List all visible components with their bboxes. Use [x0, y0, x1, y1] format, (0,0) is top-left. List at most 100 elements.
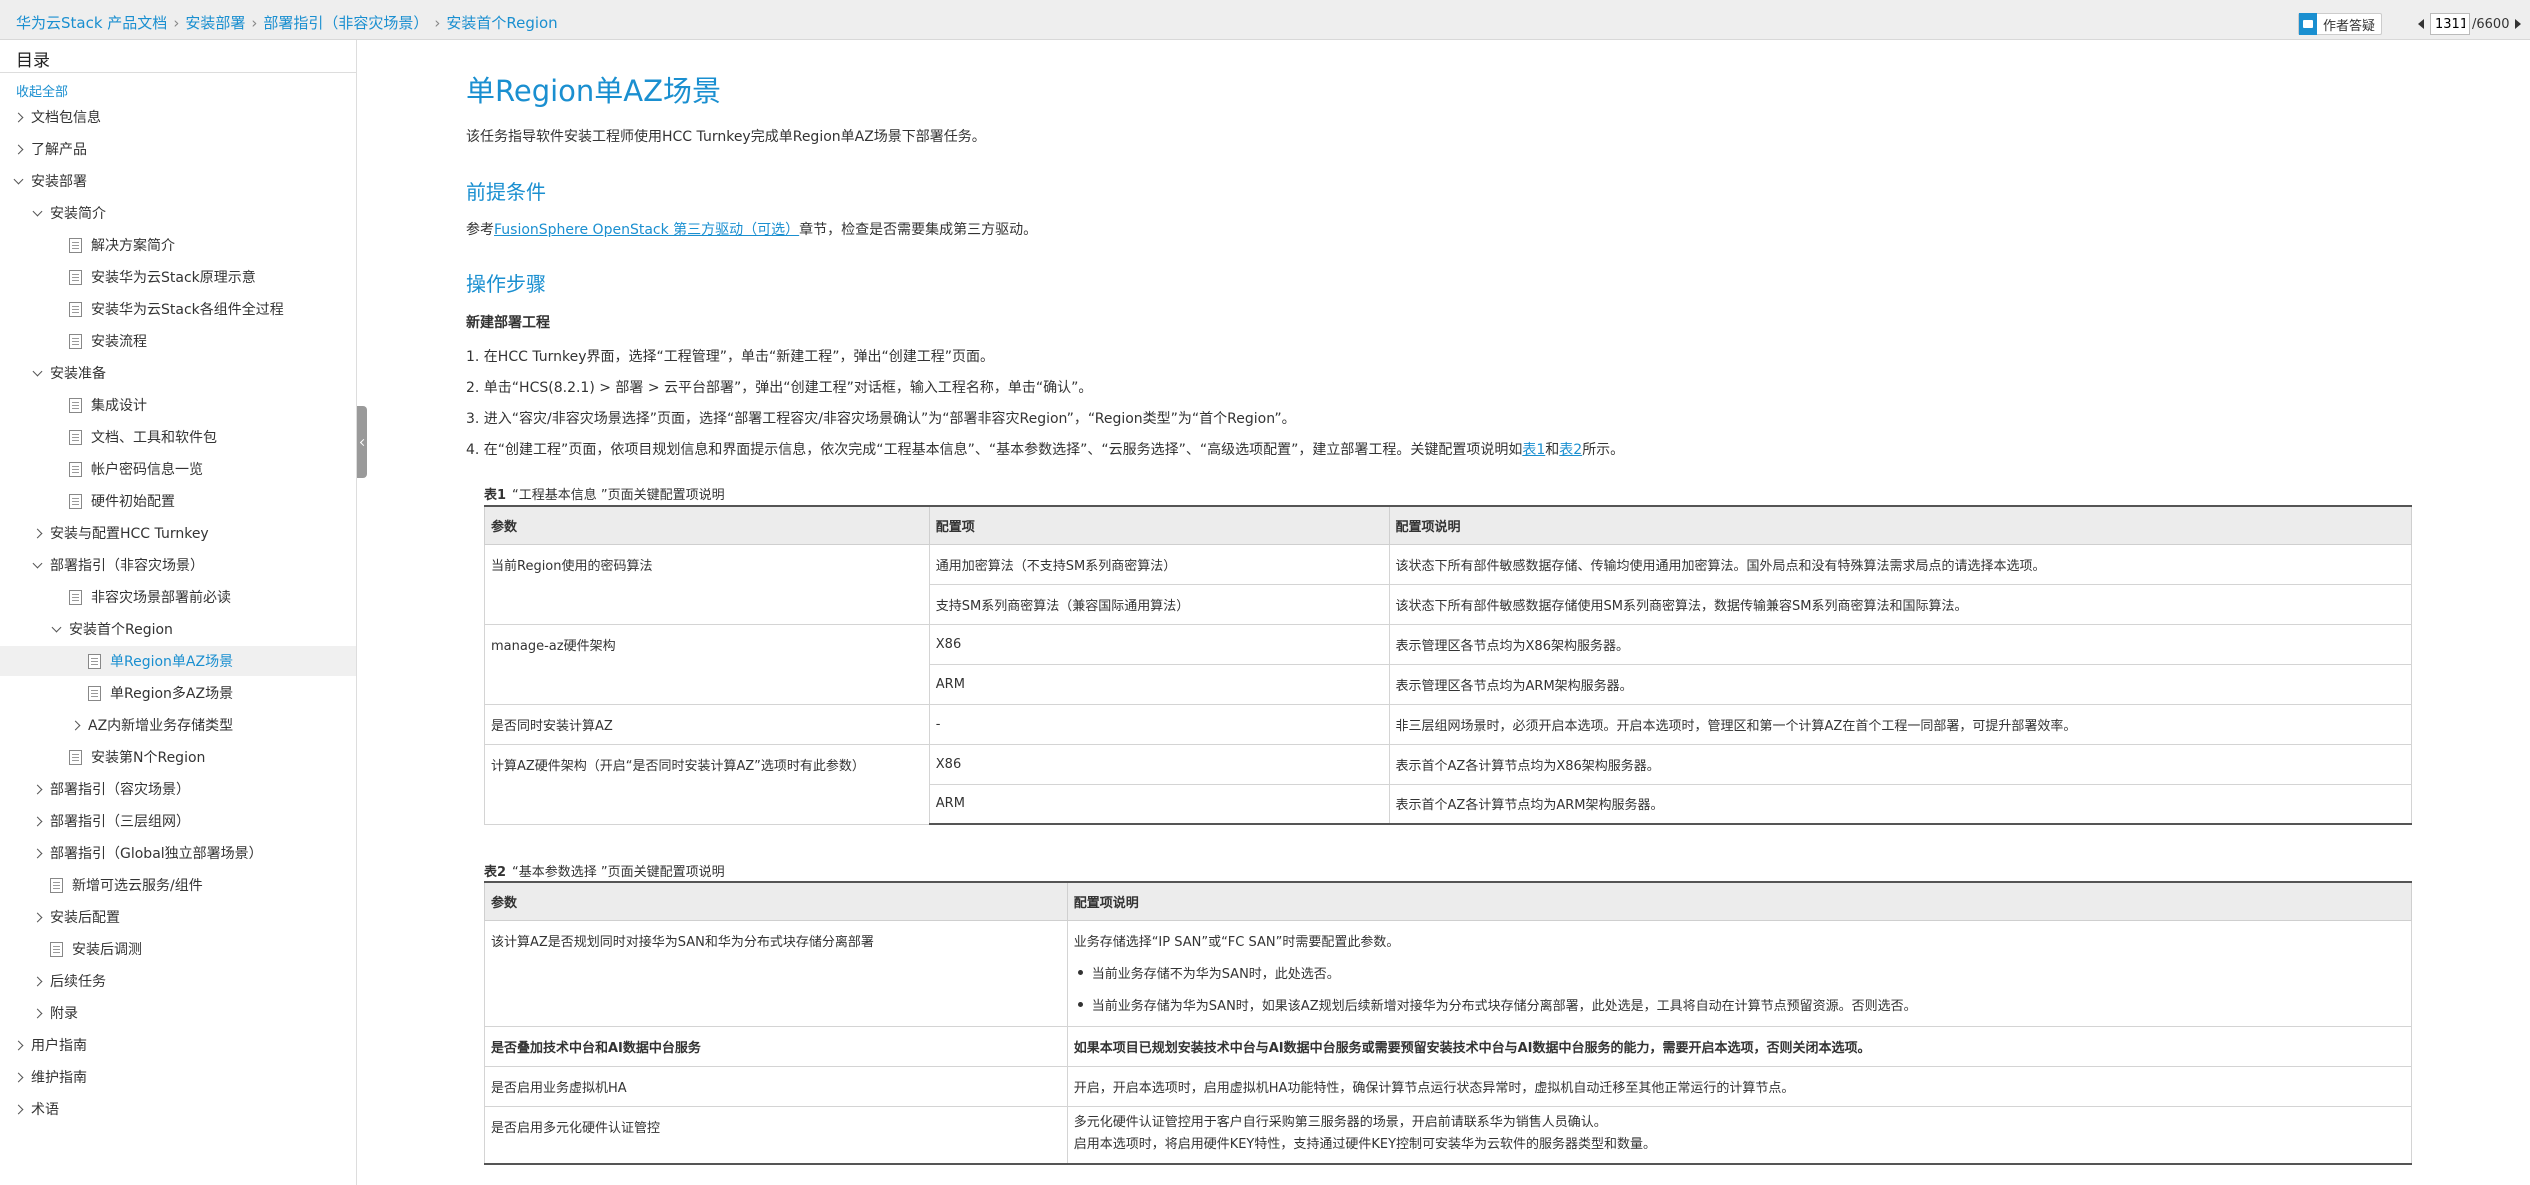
table1-header: 参数	[484, 505, 930, 545]
table-cell: 该状态下所有部件敏感数据存储、传输均使用通用加密算法。国外局点和没有特殊算法需求…	[1388, 543, 2413, 585]
chevron-right-icon[interactable]	[32, 816, 43, 826]
toc-item[interactable]: 维护指南	[0, 1062, 356, 1092]
chevron-down-icon[interactable]	[32, 206, 43, 216]
document-icon	[69, 589, 82, 605]
toc-item[interactable]: 硬件初始配置	[0, 486, 356, 516]
breadcrumb-item[interactable]: 部署指引（非容灾场景）	[263, 12, 428, 33]
toc-item[interactable]: 安装后配置	[0, 902, 356, 932]
prereq-link[interactable]: FusionSphere OpenStack 第三方驱动（可选）	[494, 222, 799, 238]
document-icon	[69, 333, 82, 349]
toc-item-label: 帐户密码信息一览	[91, 462, 203, 478]
toc-item[interactable]: 安装后调测	[0, 934, 356, 964]
toc-item-label: 安装准备	[50, 366, 106, 382]
toc-item[interactable]: AZ内新增业务存储类型	[0, 710, 356, 740]
chevron-right-icon[interactable]	[13, 1040, 24, 1050]
chevron-down-icon[interactable]	[32, 366, 43, 376]
toc-item[interactable]: 了解产品	[0, 134, 356, 164]
table-row: 是否启用多元化硬件认证管控 多元化硬件认证管控用于客户自行采购第三服务器的场景，…	[484, 1105, 2413, 1165]
document-icon	[69, 429, 82, 445]
table2-link[interactable]: 表2	[1559, 442, 1582, 458]
page-total: /6600	[2472, 16, 2510, 32]
toc-item[interactable]: 部署指引（Global独立部署场景）	[0, 838, 356, 868]
toc-item[interactable]: 附录	[0, 998, 356, 1028]
chevron-right-icon[interactable]	[32, 976, 43, 986]
divider	[0, 72, 357, 73]
document-icon	[88, 685, 101, 701]
chevron-right-icon[interactable]	[32, 528, 43, 538]
table1-header: 配置项说明	[1388, 505, 2413, 545]
table-cell: 表示首个AZ各计算节点均为ARM架构服务器。	[1388, 783, 2413, 825]
breadcrumb-item[interactable]: 安装部署	[185, 12, 245, 33]
toc-item-label: 硬件初始配置	[91, 494, 175, 510]
steps-list: 1. 在HCC Turnkey界面，选择“工程管理”，单击“新建工程”，弹出“创…	[466, 346, 1624, 470]
toc-item[interactable]: 安装部署	[0, 166, 356, 196]
table2-header: 配置项说明	[1066, 881, 2413, 921]
toc-item[interactable]: 安装准备	[0, 358, 356, 388]
toc-item[interactable]: 安装与配置HCC Turnkey	[0, 518, 356, 548]
toc-item-label: 部署指引（容灾场景）	[50, 782, 190, 798]
toc-item[interactable]: 单Region多AZ场景	[0, 678, 356, 708]
chevron-right-icon[interactable]	[32, 848, 43, 858]
next-page-icon[interactable]	[2515, 19, 2522, 29]
document-icon	[88, 653, 101, 669]
chevron-down-icon[interactable]	[32, 558, 43, 568]
toc-item[interactable]: 用户指南	[0, 1030, 356, 1060]
cell-text: 启用本选项时，将启用硬件KEY特性，支持通过硬件KEY控制可安装华为云软件的服务…	[1073, 1136, 1657, 1152]
document-icon	[50, 877, 63, 893]
chevron-right-icon[interactable]	[13, 1072, 24, 1082]
table-row: 是否启用业务虚拟机HA 开启，开启本选项时，启用虚拟机HA功能特性，确保计算节点…	[484, 1065, 2413, 1107]
toc-item[interactable]: 后续任务	[0, 966, 356, 996]
table2-header: 参数	[484, 881, 1068, 921]
table1-link[interactable]: 表1	[1522, 442, 1545, 458]
previous-page-icon[interactable]	[2418, 19, 2424, 29]
chevron-right-icon[interactable]	[32, 912, 43, 922]
toc-item[interactable]: 安装第N个Region	[0, 742, 356, 772]
toc-item-label: 文档、工具和软件包	[91, 430, 217, 446]
toc-item-label: 术语	[31, 1102, 59, 1118]
toc-item[interactable]: 单Region单AZ场景	[0, 646, 356, 676]
table-row: 该计算AZ是否规划同时对接华为SAN和华为分布式块存储分离部署 业务存储选择“I…	[484, 919, 2413, 1027]
steps-heading: 操作步骤	[466, 272, 546, 296]
chevron-right-icon[interactable]	[13, 112, 24, 122]
toc-item[interactable]: 帐户密码信息一览	[0, 454, 356, 484]
toc-item[interactable]: 新增可选云服务/组件	[0, 870, 356, 900]
step-item: 4. 在“创建工程”页面，依项目规划信息和界面提示信息，依次完成“工程基本信息”…	[466, 439, 1624, 470]
bullet-item: 当前业务存储为华为SAN时，如果该AZ规划后续新增对接华为分布式块存储分离部署，…	[1074, 995, 2405, 1014]
toc-item[interactable]: 文档、工具和软件包	[0, 422, 356, 452]
toc-item[interactable]: 安装华为云Stack各组件全过程	[0, 294, 356, 324]
toc-item[interactable]: 部署指引（容灾场景）	[0, 774, 356, 804]
breadcrumb-item[interactable]: 华为云Stack 产品文档	[16, 12, 167, 33]
toc-item[interactable]: 非容灾场景部署前必读	[0, 582, 356, 612]
chevron-down-icon[interactable]	[13, 174, 24, 184]
breadcrumb-item[interactable]: 安装首个Region	[446, 12, 557, 33]
toc-item[interactable]: 术语	[0, 1094, 356, 1124]
chevron-right-icon[interactable]	[32, 784, 43, 794]
toc-item[interactable]: 部署指引（非容灾场景）	[0, 550, 356, 580]
toc-item[interactable]: 安装流程	[0, 326, 356, 356]
chevron-right-icon[interactable]	[70, 720, 81, 730]
toc-item[interactable]: 安装华为云Stack原理示意	[0, 262, 356, 292]
toc-item[interactable]: 集成设计	[0, 390, 356, 420]
bullet-item: 当前业务存储不为华为SAN时，此处选否。	[1074, 963, 2405, 982]
feedback-button[interactable]: 作者答疑	[2298, 13, 2383, 35]
document-icon	[50, 941, 63, 957]
table-cell: 如果本项目已规划安装技术中台与AI数据中台服务或需要预留安装技术中台与AI数据中…	[1066, 1025, 2413, 1067]
collapse-all-link[interactable]: 收起全部	[16, 81, 68, 100]
toc-item[interactable]: 安装简介	[0, 198, 356, 228]
chevron-down-icon[interactable]	[51, 622, 62, 632]
table-cell: 表示管理区各节点均为X86架构服务器。	[1388, 623, 2413, 665]
toc-item[interactable]: 部署指引（三层组网）	[0, 806, 356, 836]
page-number-input[interactable]	[2430, 13, 2470, 35]
toc-item[interactable]: 安装首个Region	[0, 614, 356, 644]
chevron-right-icon[interactable]	[13, 144, 24, 154]
chevron-right-icon[interactable]	[32, 1008, 43, 1018]
toc-item[interactable]: 解决方案简介	[0, 230, 356, 260]
table-row: 是否同时安装计算AZ - 非三层组网场景时，必须开启本选项。开启本选项时，管理区…	[484, 703, 2413, 745]
table1: 参数 配置项 配置项说明 当前Region使用的密码算法 通用加密算法（不支持S…	[484, 505, 2413, 825]
chevron-right-icon[interactable]	[13, 1104, 24, 1114]
toc-item[interactable]: 文档包信息	[0, 102, 356, 132]
table1-caption: 表1 “工程基本信息 ”页面关键配置项说明	[484, 484, 725, 503]
table-row: 当前Region使用的密码算法 通用加密算法（不支持SM系列商密算法） 该状态下…	[484, 543, 2413, 625]
table-cell: 是否同时安装计算AZ	[484, 703, 930, 745]
table-cell: 该状态下所有部件敏感数据存储使用SM系列商密算法，数据传输兼容SM系列商密算法和…	[1388, 583, 2413, 625]
